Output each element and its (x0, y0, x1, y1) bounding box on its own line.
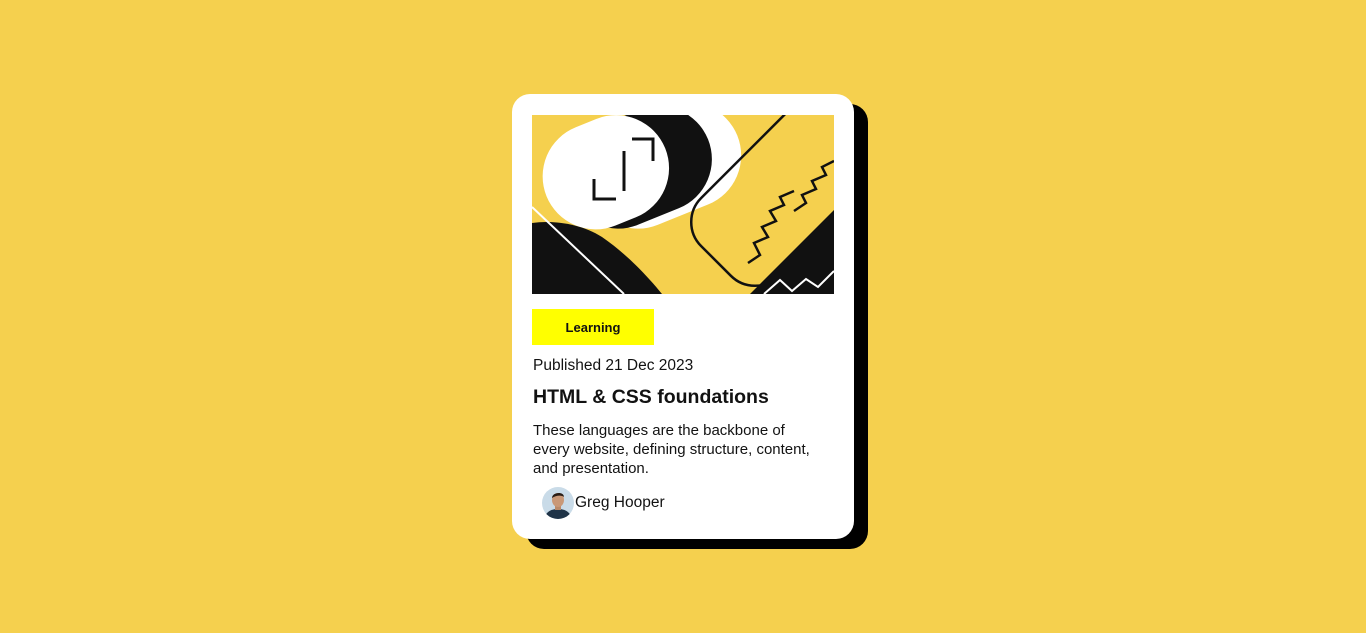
card-description: These languages are the backbone of ever… (533, 422, 810, 477)
blog-preview-card: Learning Published 21 Dec 2023 HTML & CS… (512, 94, 854, 539)
article-illustration (532, 115, 834, 294)
author-info: Greg Hooper (542, 487, 665, 519)
card-title[interactable]: HTML & CSS foundations (533, 386, 769, 409)
category-tag[interactable]: Learning (532, 309, 654, 345)
author-name: Greg Hooper (575, 494, 665, 511)
avatar (542, 487, 574, 519)
published-date: Published 21 Dec 2023 (533, 357, 694, 374)
